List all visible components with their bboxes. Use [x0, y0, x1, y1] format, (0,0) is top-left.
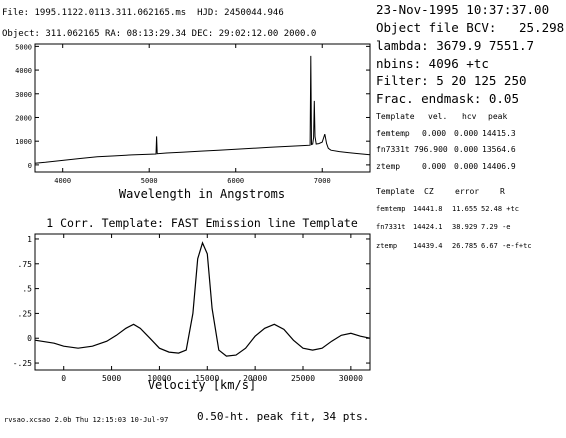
correlation-y-tick-label: .75	[18, 260, 33, 269]
spectrum-ticks	[35, 44, 370, 172]
spectrum-x-tick-label: 5000	[141, 177, 158, 185]
spectrum-x-axis-label: Wavelength in Angstroms	[119, 187, 285, 201]
version-line: rvsao.xcsao 2.0b Thu 12:15:03 10-Jul-97	[4, 416, 169, 424]
plots-canvas: 4000 5000 6000 7000 0 1000 2000 3000 4000 5000 Wa…	[13, 43, 371, 392]
spectrum-y-tick-label: 0	[28, 162, 32, 170]
spectrum-frame	[34, 43, 371, 173]
correlation-y-tick-label: .5	[22, 285, 32, 294]
spectrum-chart: 4000 5000 6000 7000 0 1000 2000 3000 4000 5000 Wa…	[15, 43, 371, 201]
correlation-tick-labels: 0 5000 10000 15000 20000 25000 30000-.250.25.5…	[13, 235, 363, 383]
correlation-x-tick-label: 5000	[102, 374, 121, 383]
correlation-y-tick-label: -.25	[13, 359, 32, 368]
spectrum-x-tick-label: 4000	[54, 177, 71, 185]
spectrum-y-tick-label: 2000	[15, 114, 32, 122]
spectrum-line	[34, 55, 371, 164]
correlation-ticks	[35, 234, 370, 370]
spectrum-tick-labels: 4000 5000 6000 7000 0 1000 2000 3000 4000 5000	[15, 43, 331, 185]
peak-fit-line: 0.50-ht. peak fit, 34 pts.	[197, 410, 370, 423]
spectrum-x-tick-label: 6000	[227, 177, 244, 185]
correlation-y-tick-label: 1	[27, 235, 32, 244]
correlation-x-tick-label: 30000	[339, 374, 363, 383]
correlation-chart: 1 Corr. Template: FAST Emission line Tem…	[13, 216, 371, 392]
spectrum-y-tick-label: 4000	[15, 67, 32, 75]
correlation-x-tick-label: 0	[61, 374, 66, 383]
spectrum-y-tick-label: 3000	[15, 91, 32, 99]
correlation-title: 1 Corr. Template: FAST Emission line Tem…	[46, 216, 358, 230]
spectrum-x-tick-label: 7000	[314, 177, 331, 185]
correlation-line	[34, 241, 371, 357]
spectrum-y-tick-label: 1000	[15, 138, 32, 146]
correlation-x-axis-label: Velocity [km/s]	[148, 378, 256, 392]
spectrum-y-tick-label: 5000	[15, 43, 32, 51]
correlation-y-tick-label: 0	[27, 334, 32, 343]
correlation-x-tick-label: 25000	[291, 374, 315, 383]
correlation-y-tick-label: .25	[18, 309, 33, 318]
correlation-frame	[34, 233, 371, 371]
